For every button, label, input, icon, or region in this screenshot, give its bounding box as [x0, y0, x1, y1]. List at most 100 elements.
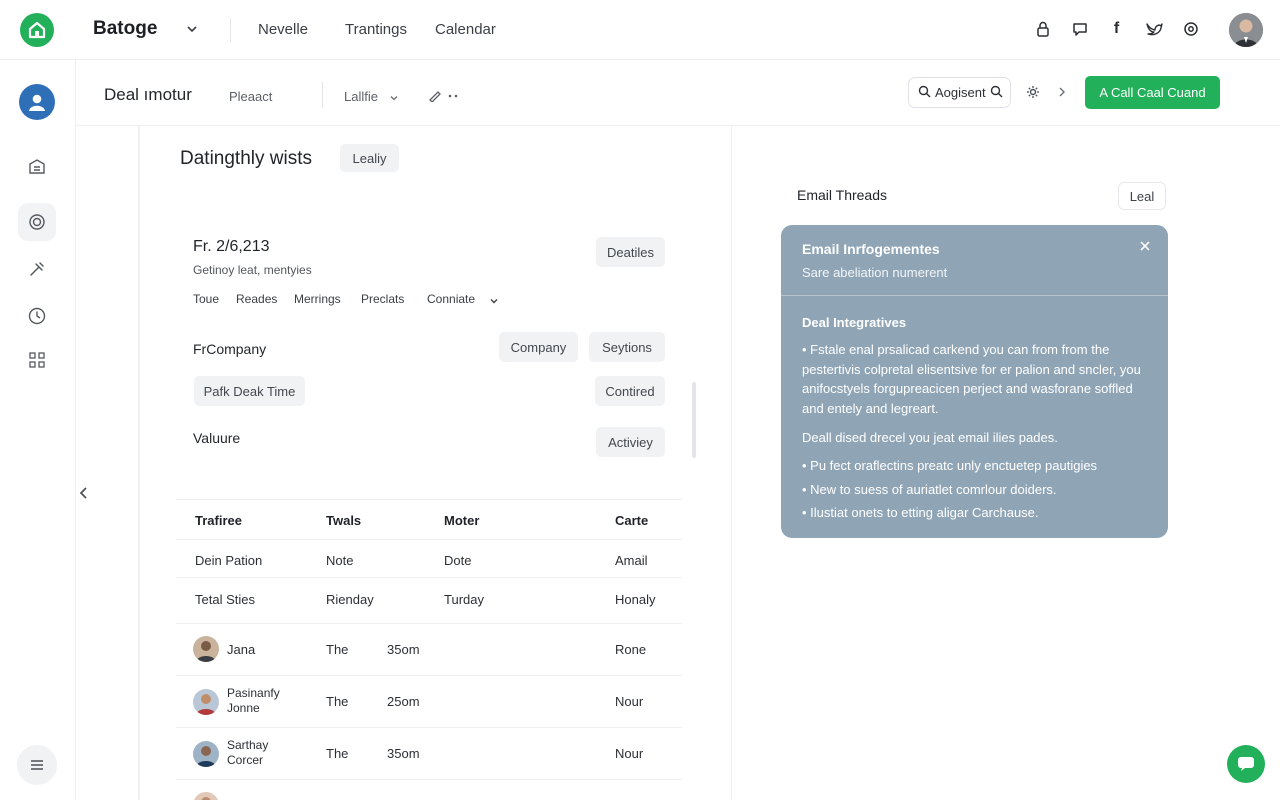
card-paragraph: • Fstale enal prsalicad carkend you can … [802, 342, 1141, 416]
tab-preclats[interactable]: Preclats [361, 292, 404, 306]
facebook-icon[interactable]: f [1107, 19, 1126, 39]
deal-date: Fr. 2/6,213 [193, 238, 270, 255]
cell: Rienday [326, 592, 374, 607]
collapse-sidebar-icon[interactable] [72, 481, 96, 505]
cell: Dote [444, 553, 472, 568]
building-icon[interactable] [26, 155, 48, 177]
call-button[interactable]: A Call Caal Cuand [1085, 76, 1220, 109]
card-bullet: • Pu fect oraflectins preatc unly enctue… [802, 458, 1098, 473]
cell: Dein Pation [195, 553, 263, 568]
chat-bubble-icon[interactable] [1227, 745, 1265, 783]
account-avatar-icon[interactable] [19, 84, 55, 120]
cell: Tetal Sties [195, 592, 255, 607]
nav-link-calendar[interactable]: Calendar [435, 21, 496, 38]
card-header: Email Inrfogementes Sare abeliation nume… [781, 225, 1168, 296]
chevron-down-icon[interactable] [388, 91, 400, 103]
cell: 25om [387, 694, 420, 709]
table-row[interactable]: Pasinanfy Jonne The 25om Nour [176, 676, 682, 728]
tab-merrings[interactable]: Merrings [294, 292, 341, 306]
nav-link-nevelle[interactable]: Nevelle [258, 21, 308, 38]
tab-reades[interactable]: Reades [236, 292, 277, 306]
cell: 35om [387, 746, 420, 761]
cell: The [326, 642, 349, 657]
card-bullet: • New to suess of auriatlet comrlour doi… [802, 482, 1057, 497]
card-title: Email Inrfogementes [802, 241, 940, 257]
cell: Amail [615, 553, 648, 568]
person-name[interactable]: Sarthay Corcer [227, 738, 297, 768]
search-icon [918, 85, 931, 101]
divider [230, 18, 231, 42]
threads-filter-button[interactable]: Leal [1118, 182, 1166, 210]
lock-icon[interactable] [1033, 19, 1052, 39]
twitter-icon[interactable] [1144, 19, 1163, 39]
card-line: Deall dised drecel you jeat email ilies … [802, 430, 1058, 445]
app-logo-icon[interactable] [20, 13, 54, 47]
cell: Nour [615, 746, 644, 761]
section-pill[interactable]: Lealiy [340, 144, 399, 172]
tab-toue[interactable]: Toue [193, 292, 219, 306]
workspace-name[interactable]: Batoge [93, 18, 157, 40]
table-row[interactable] [176, 780, 682, 800]
column-header[interactable]: Carte [615, 513, 648, 528]
cell: Note [326, 553, 354, 568]
divider [322, 82, 323, 108]
company-button[interactable]: Company [499, 332, 578, 362]
email-info-card: Email Inrfogementes Sare abeliation nume… [781, 225, 1168, 538]
cell: The [326, 694, 349, 709]
left-rail [0, 60, 76, 800]
company-label: FrCompany [193, 341, 267, 357]
scrollbar[interactable] [692, 382, 696, 458]
gear-icon[interactable] [1026, 85, 1040, 99]
cell: The [326, 746, 349, 761]
tools-icon[interactable] [26, 258, 48, 280]
caret-down-icon[interactable] [489, 293, 499, 304]
sections-button[interactable]: Seytions [589, 332, 665, 362]
sub-header: Deal ımotur Pleaact Lallfie Aogisent A C… [76, 60, 1280, 126]
edit-icon[interactable] [428, 88, 462, 103]
cell: Nour [615, 694, 644, 709]
page-title: Deal ımotur [104, 85, 192, 104]
details-button[interactable]: Deatiles [596, 237, 665, 267]
filter-link[interactable]: Pleaact [229, 89, 272, 104]
target-icon[interactable] [18, 203, 56, 241]
activity-button[interactable]: Activiey [596, 427, 665, 457]
search-value: Aogisent [935, 85, 986, 100]
column-header[interactable]: Twals [326, 513, 361, 528]
person-name[interactable]: Jana [227, 642, 255, 657]
view-dropdown[interactable]: Lallfie [344, 89, 378, 104]
person-name[interactable]: Pasinanfy Jonne [227, 686, 297, 716]
user-avatar[interactable] [1229, 13, 1263, 47]
column-header[interactable]: Moter [444, 513, 479, 528]
chat-icon[interactable] [1070, 19, 1089, 39]
clock-icon[interactable] [26, 305, 48, 327]
settings-icon[interactable] [1181, 19, 1200, 39]
nav-link-trantings[interactable]: Trantings [345, 21, 407, 38]
table-row[interactable]: Sarthay Corcer The 35om Nour [176, 728, 682, 780]
card-heading: Deal Integratives [802, 315, 907, 330]
table-row[interactable]: Tetal Sties Rienday Turday Honaly [176, 578, 682, 624]
table-header-row: Trafiree Twals Moter Carte [176, 499, 682, 540]
column-header[interactable]: Trafiree [195, 513, 242, 528]
cell: Rone [615, 642, 647, 657]
search-input[interactable]: Aogisent [908, 77, 1011, 108]
top-bar: Batoge Nevelle Trantings Calendar f [0, 0, 1280, 60]
cell: 35om [387, 642, 420, 657]
table-row[interactable]: Dein Pation Note Dote Amail [176, 540, 682, 578]
chevron-down-icon[interactable] [184, 21, 200, 37]
control-button[interactable]: Contired [595, 376, 665, 406]
close-icon[interactable] [1138, 239, 1152, 253]
email-threads-label: Email Threads [797, 187, 888, 203]
tab-conniate[interactable]: Conniate [427, 292, 475, 306]
value-label: Valuure [193, 430, 241, 446]
chevron-right-icon[interactable] [1056, 85, 1068, 99]
avatar [193, 636, 219, 662]
card-subtitle: Sare abeliation numerent [802, 265, 948, 280]
search-icon [990, 85, 1003, 101]
deals-panel: Datingthly wists Lealiy Fr. 2/6,213 Geti… [140, 126, 732, 800]
table-row[interactable]: Jana The 35om Rone [176, 624, 682, 676]
cell: Turday [444, 592, 484, 607]
grid-icon[interactable] [26, 349, 48, 371]
menu-icon[interactable] [17, 745, 57, 785]
peak-time-pill[interactable]: Pafk Deak Time [194, 376, 305, 406]
avatar [193, 741, 219, 767]
